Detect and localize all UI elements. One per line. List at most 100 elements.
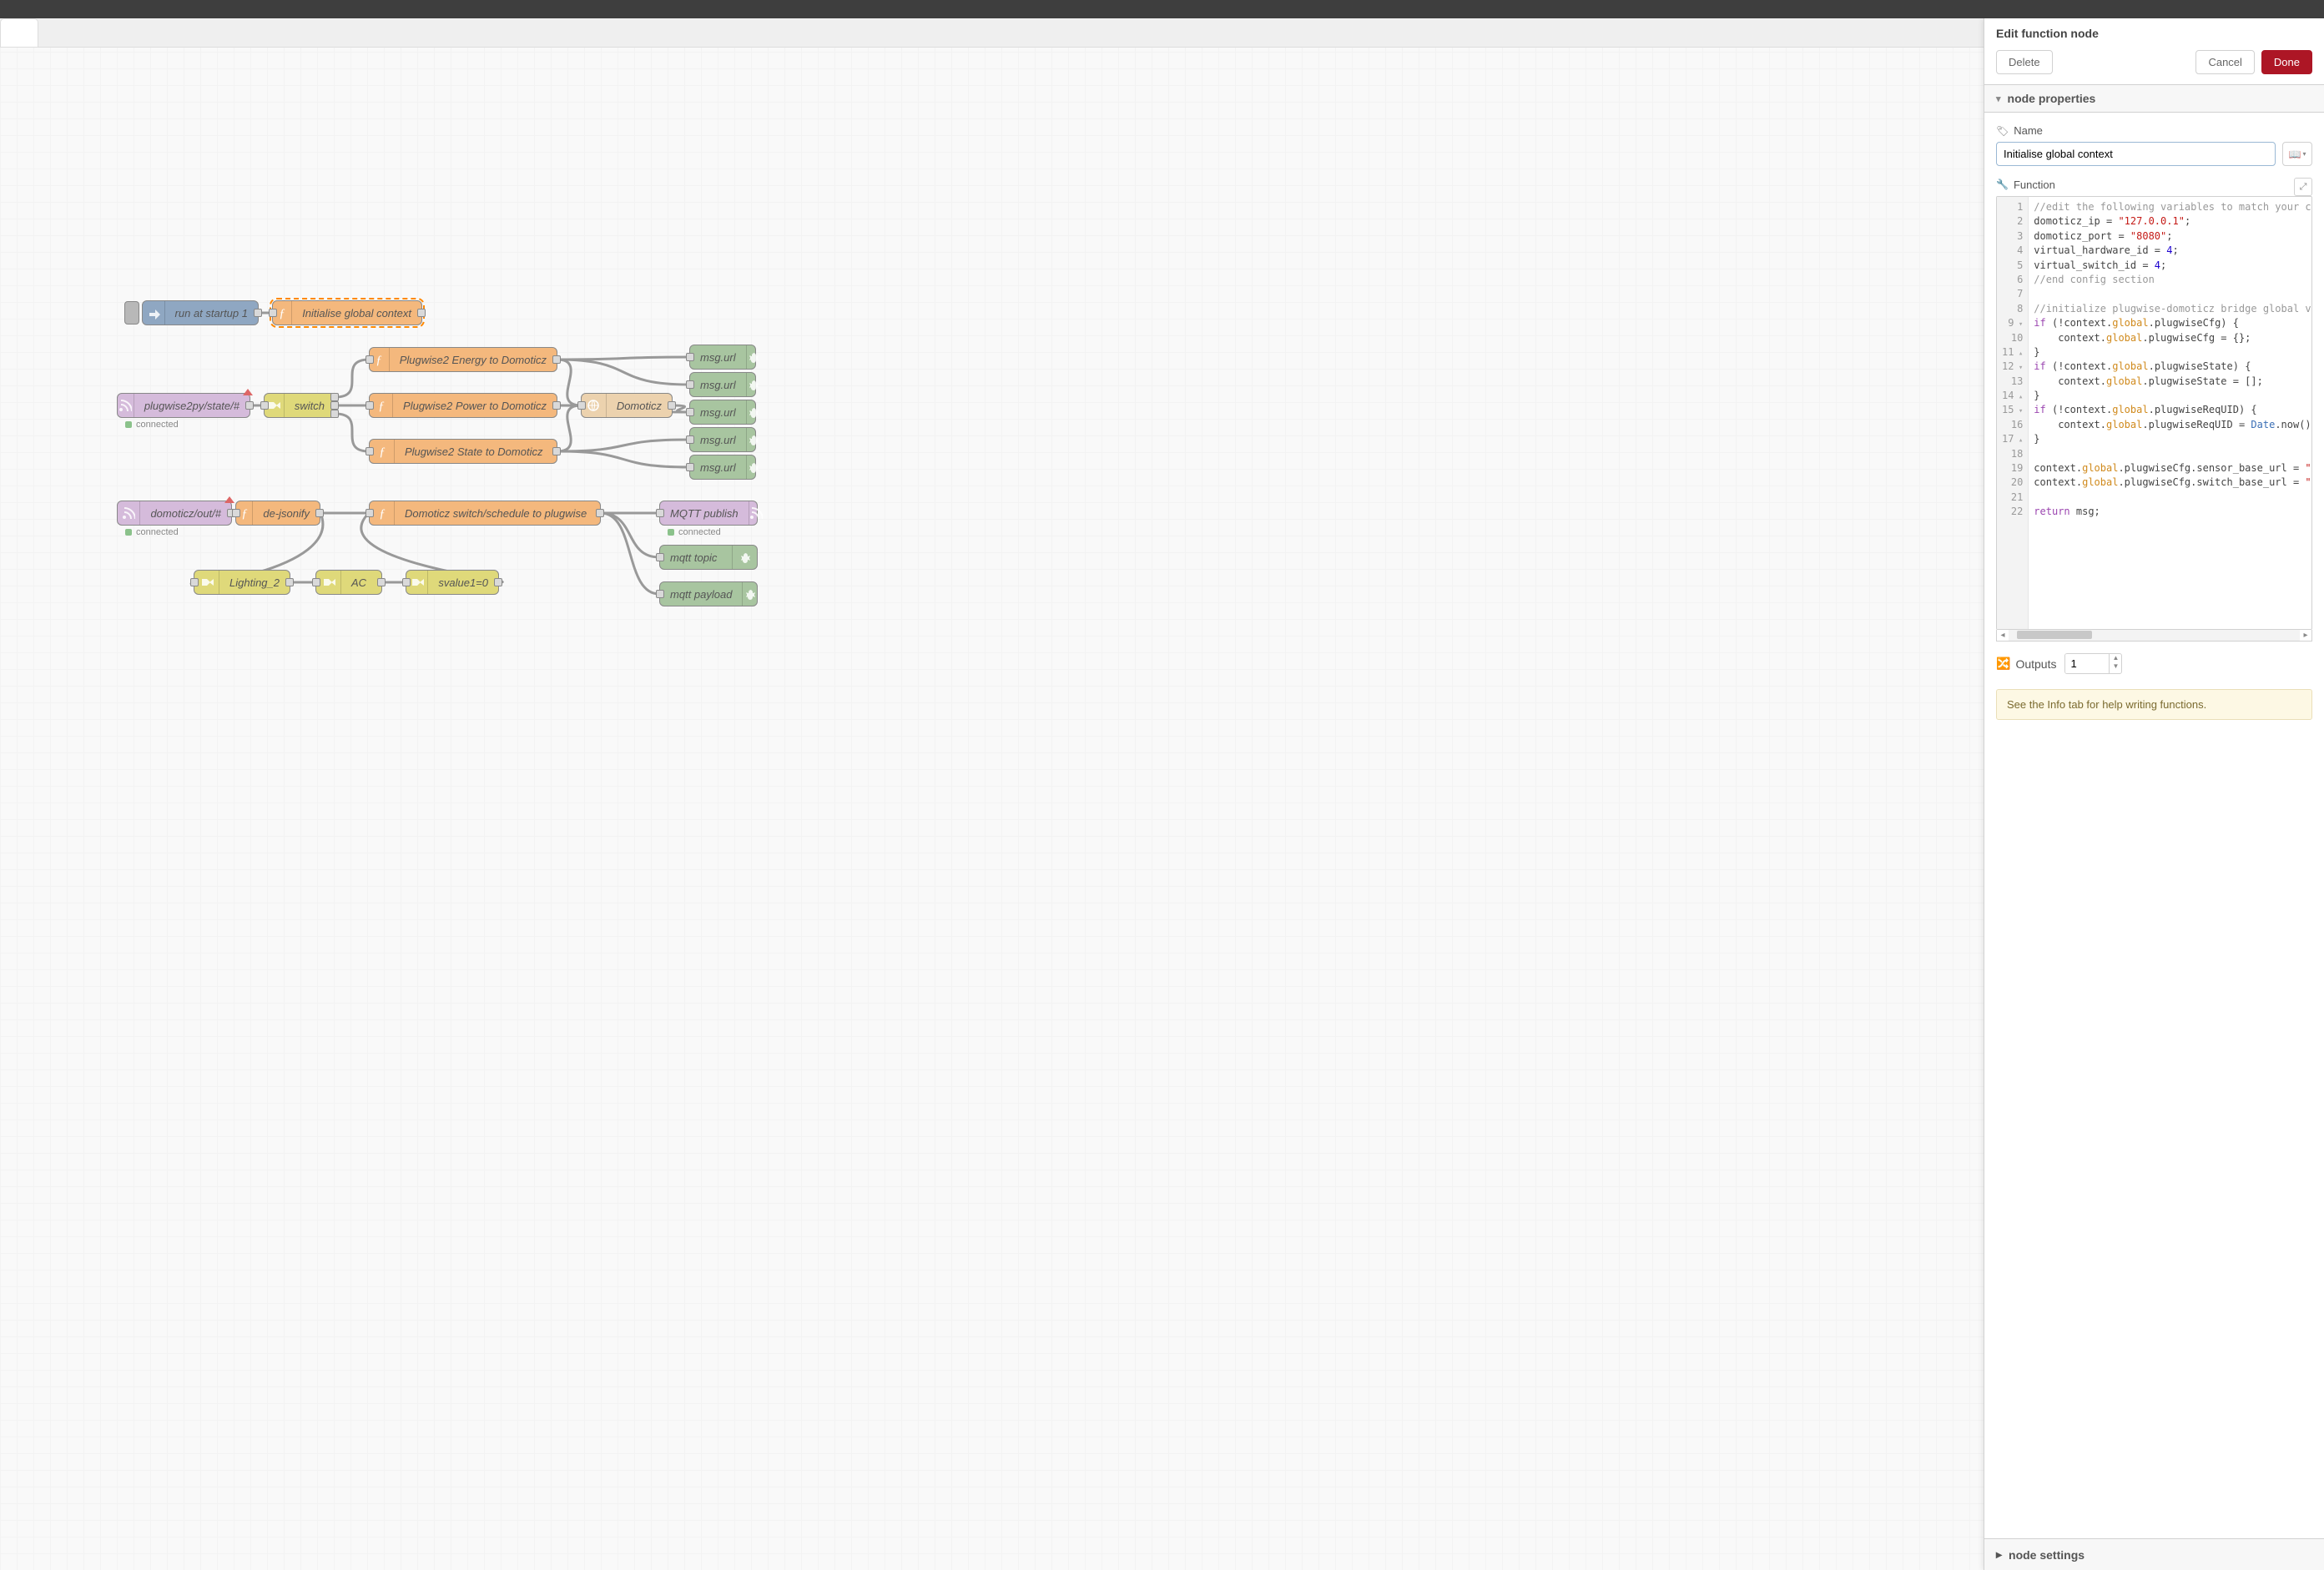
delete-button[interactable]: Delete [1996, 50, 2053, 74]
output-port[interactable] [596, 509, 604, 517]
node-dbg4[interactable]: msg.url [689, 427, 756, 452]
input-port[interactable] [365, 355, 374, 364]
caret-down-icon: ▾ [2302, 150, 2306, 158]
node-dbg2[interactable]: msg.url [689, 372, 756, 397]
flow-canvas[interactable]: run at startup 1 ƒInitialise global conte… [0, 18, 1984, 1570]
node-http1[interactable]: Domoticz [581, 393, 673, 418]
node-dbg7[interactable]: mqtt payload [659, 581, 758, 606]
input-port[interactable] [260, 401, 269, 410]
node-properties-header[interactable]: ▾ node properties [1984, 84, 2324, 113]
input-port[interactable] [365, 401, 374, 410]
output-port[interactable] [552, 355, 561, 364]
input-port[interactable] [232, 509, 240, 517]
node-sVal[interactable]: svalue1=0 [406, 570, 499, 595]
scroll-left-icon[interactable]: ◂ [1997, 631, 2009, 640]
flow-wires [0, 18, 1984, 1570]
node-label: msg.url [690, 434, 746, 446]
done-button[interactable]: Done [2261, 50, 2312, 74]
editor-h-scrollbar[interactable]: ◂ ▸ [1996, 630, 2312, 642]
rss-icon [118, 394, 134, 417]
scroll-right-icon[interactable]: ▸ [2300, 631, 2311, 640]
node-label: msg.url [690, 461, 746, 474]
input-port[interactable] [365, 447, 374, 455]
node-mqttout[interactable]: MQTT publish [659, 501, 758, 526]
output-port-1[interactable] [330, 401, 339, 410]
wrench-icon: 🔧 [1996, 179, 2009, 190]
inject-button[interactable] [124, 301, 139, 325]
node-dbg3[interactable]: msg.url [689, 400, 756, 425]
output-port[interactable] [377, 578, 386, 586]
node-fEnergy[interactable]: ƒPlugwise2 Energy to Domoticz [369, 347, 557, 372]
edit-tray: Edit function node Delete Cancel Done ▾ … [1984, 18, 2324, 1570]
spin-down-icon[interactable]: ▼ [2110, 662, 2121, 671]
node-mqttin1[interactable]: plugwise2py/state/# [117, 393, 250, 418]
input-port[interactable] [190, 578, 199, 586]
expand-icon: ⤢ [2300, 182, 2307, 193]
node-label: Plugwise2 Power to Domoticz [393, 400, 557, 412]
input-port[interactable] [656, 590, 664, 598]
output-port[interactable] [245, 401, 254, 410]
output-port-0[interactable] [330, 393, 339, 401]
output-port[interactable] [552, 447, 561, 455]
input-port[interactable] [686, 408, 694, 416]
scroll-thumb[interactable] [2017, 631, 2092, 639]
node-dbg5[interactable]: msg.url [689, 455, 756, 480]
node-dejson[interactable]: ƒde-jsonify [235, 501, 320, 526]
function-editor[interactable]: 12345678910111213141516171819202122 //ed… [1996, 196, 2312, 630]
output-port[interactable] [494, 578, 502, 586]
tag-icon: 🏷 [1996, 125, 2009, 137]
outputs-spinner[interactable]: ▲ ▼ [2064, 653, 2122, 674]
shuffle-icon: 🔀 [1996, 657, 2010, 671]
node-label: run at startup 1 [165, 307, 258, 320]
node-fPower[interactable]: ƒPlugwise2 Power to Domoticz [369, 393, 557, 418]
output-port[interactable] [552, 401, 561, 410]
outputs-input[interactable] [2065, 654, 2109, 673]
node-init[interactable]: ƒInitialise global context [272, 300, 422, 325]
node-fSched[interactable]: ƒDomoticz switch/schedule to plugwise [369, 501, 601, 526]
node-dbg6[interactable]: mqtt topic [659, 545, 758, 570]
bug-icon [746, 345, 760, 369]
cancel-button[interactable]: Cancel [2195, 50, 2254, 74]
spin-up-icon[interactable]: ▲ [2110, 654, 2121, 662]
node-settings-label: node settings [2009, 1548, 2085, 1562]
output-port[interactable] [417, 309, 426, 317]
node-label: Domoticz switch/schedule to plugwise [395, 507, 600, 520]
info-box: See the Info tab for help writing functi… [1996, 689, 2312, 720]
node-switch1[interactable]: switch [264, 393, 335, 418]
input-port[interactable] [269, 309, 277, 317]
node-label: Plugwise2 State to Domoticz [395, 445, 557, 458]
input-port[interactable] [686, 353, 694, 361]
output-port[interactable] [668, 401, 676, 410]
flow-tab[interactable] [0, 18, 38, 47]
output-port[interactable] [285, 578, 294, 586]
node-label: MQTT publish [660, 507, 749, 520]
input-port[interactable] [686, 463, 694, 471]
input-port[interactable] [577, 401, 586, 410]
expand-editor-button[interactable]: ⤢ [2294, 178, 2312, 196]
output-port[interactable] [315, 509, 324, 517]
name-input[interactable] [1996, 142, 2276, 166]
svg-text:ƒ: ƒ [379, 445, 386, 458]
input-port[interactable] [686, 380, 694, 389]
node-dbg1[interactable]: msg.url [689, 345, 756, 370]
output-port-2[interactable] [330, 410, 339, 418]
input-port[interactable] [686, 435, 694, 444]
node-sAC[interactable]: AC [315, 570, 382, 595]
input-port[interactable] [365, 509, 374, 517]
input-port[interactable] [312, 578, 320, 586]
node-settings-header[interactable]: ▸ node settings [1984, 1538, 2324, 1570]
node-sLight[interactable]: Lighting_2 [194, 570, 290, 595]
input-port[interactable] [402, 578, 411, 586]
input-port[interactable] [656, 553, 664, 561]
node-inject1[interactable]: run at startup 1 [142, 300, 259, 325]
node-fState[interactable]: ƒ Plugwise2 State to Domoticz [369, 439, 557, 464]
name-label: 🏷 Name [1996, 124, 2312, 137]
node-label: Plugwise2 Energy to Domoticz [390, 354, 557, 366]
svg-text:ƒ: ƒ [241, 507, 248, 520]
output-port[interactable] [254, 309, 262, 317]
status-dot-icon [668, 529, 674, 536]
node-mqttin2[interactable]: domoticz/out/# [117, 501, 232, 526]
name-appearance-button[interactable]: 📖 ▾ [2282, 142, 2312, 166]
input-port[interactable] [656, 509, 664, 517]
node-label: switch [285, 400, 335, 412]
